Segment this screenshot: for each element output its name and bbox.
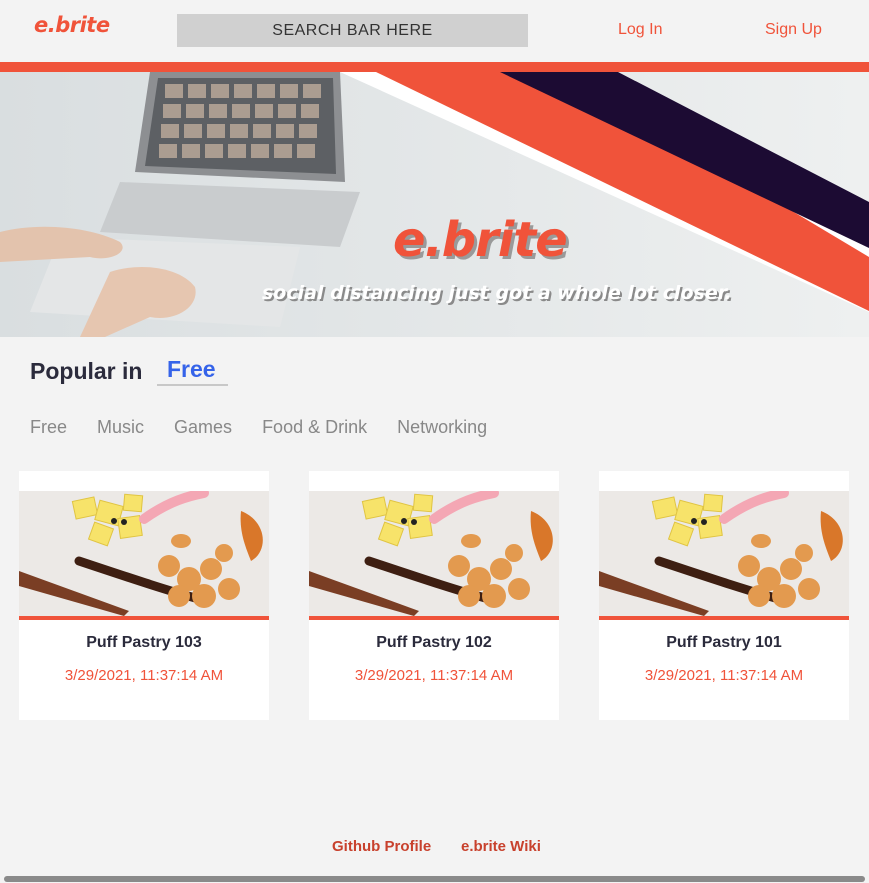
login-link[interactable]: Log In	[618, 21, 662, 39]
event-date: 3/29/2021, 11:37:14 AM	[64, 667, 224, 684]
event-card[interactable]: Puff Pastry 101 3/29/2021, 11:37:14 AM	[599, 471, 849, 720]
event-title[interactable]: Puff Pastry 101	[599, 634, 849, 652]
popular-heading: Popular in	[30, 358, 143, 384]
search-input[interactable]	[177, 14, 528, 47]
event-title[interactable]: Puff Pastry 103	[19, 634, 269, 652]
event-image-accent	[309, 616, 559, 620]
event-date: 3/29/2021, 11:37:14 AM	[354, 667, 514, 684]
hero-title: e.brite	[393, 212, 568, 268]
event-date: 3/29/2021, 11:37:14 AM	[644, 667, 804, 684]
category-tab-free[interactable]: Free	[30, 417, 67, 438]
event-card[interactable]: Puff Pastry 103 3/29/2021, 11:37:14 AM	[19, 471, 269, 720]
category-tabs: Free Music Games Food & Drink Networking	[30, 417, 517, 438]
event-title[interactable]: Puff Pastry 102	[309, 634, 559, 652]
signup-link[interactable]: Sign Up	[765, 21, 822, 39]
event-card[interactable]: Puff Pastry 102 3/29/2021, 11:37:14 AM	[309, 471, 559, 720]
hero-tagline: social distancing just got a whole lot c…	[262, 282, 732, 304]
category-tab-music[interactable]: Music	[97, 417, 144, 438]
header-accent-bar	[0, 62, 869, 72]
wiki-link[interactable]: e.brite Wiki	[461, 838, 541, 855]
event-image	[309, 491, 559, 616]
category-tab-networking[interactable]: Networking	[397, 417, 487, 438]
event-image	[599, 491, 849, 616]
top-nav: e.brite Log In Sign Up	[0, 0, 869, 62]
github-profile-link[interactable]: Github Profile	[332, 838, 431, 855]
horizontal-scrollbar[interactable]	[4, 876, 865, 882]
event-image-accent	[19, 616, 269, 620]
hero-banner: e.brite social distancing just got a who…	[0, 72, 869, 337]
logo[interactable]: e.brite	[34, 13, 110, 37]
event-image-accent	[599, 616, 849, 620]
category-tab-games[interactable]: Games	[174, 417, 232, 438]
location-select[interactable]: Free	[157, 356, 228, 386]
category-tab-food-drink[interactable]: Food & Drink	[262, 417, 367, 438]
event-image	[19, 491, 269, 616]
